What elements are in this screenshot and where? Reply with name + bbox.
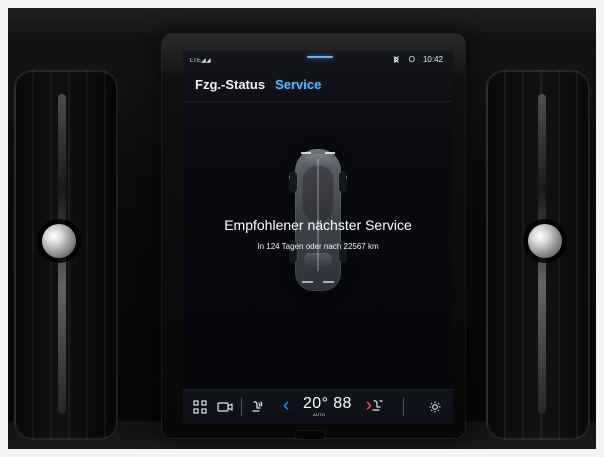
tabs: Fzg.-Status Service: [195, 77, 321, 92]
settings-icon[interactable]: [428, 400, 442, 414]
photo-scene: LTE◢◢ O 10:42 Fzg.-Status Service Empfoh…: [8, 8, 596, 449]
front-right-wheel: [339, 172, 346, 192]
temperature-value[interactable]: 20° 88: [303, 395, 352, 413]
left-air-vent: [14, 70, 118, 440]
status-right: O 10:42: [392, 55, 443, 64]
service-subline: In 124 Tagen oder nach 22567 km: [257, 242, 379, 251]
left-taillight: [302, 281, 313, 283]
car-center-line: [317, 159, 319, 271]
auto-label: AUTO: [313, 412, 326, 417]
service-headline: Empfohlener nächster Service: [224, 217, 412, 233]
tab-vehicle-status[interactable]: Fzg.-Status: [195, 77, 265, 92]
status-bar: LTE◢◢ O 10:42: [183, 51, 453, 71]
right-headlight: [325, 152, 335, 154]
signal-text: LTE◢◢: [190, 58, 211, 64]
camera-icon[interactable]: [217, 400, 233, 414]
seat-right-icon[interactable]: [371, 399, 383, 413]
top-indicator: [307, 56, 333, 58]
right-air-vent: [486, 70, 590, 440]
clock: 10:42: [422, 55, 443, 64]
infotainment-screen: LTE◢◢ O 10:42 Fzg.-Status Service Empfoh…: [183, 51, 453, 424]
chevron-left-icon[interactable]: ‹: [283, 396, 289, 415]
climate-control: ‹ 20° 88 AUTO ›: [275, 395, 389, 419]
right-taillight: [323, 281, 334, 283]
seat-heat-icon[interactable]: [251, 400, 263, 414]
left-headlight: [301, 152, 311, 154]
tab-separator: [183, 101, 453, 102]
grid-icon[interactable]: [193, 400, 207, 414]
bottom-toolbar: ‹ 20° 88 AUTO ›: [183, 389, 453, 424]
tab-service[interactable]: Service: [275, 77, 321, 92]
toolbar-divider-right: [403, 398, 404, 416]
screen-home-button[interactable]: [295, 431, 325, 439]
status-badge: O: [408, 55, 415, 64]
bluetooth-icon: [392, 55, 401, 64]
front-left-wheel: [290, 172, 297, 192]
right-vent-knob: [528, 224, 562, 258]
toolbar-divider-left: [241, 398, 242, 416]
left-vent-knob: [42, 224, 76, 258]
